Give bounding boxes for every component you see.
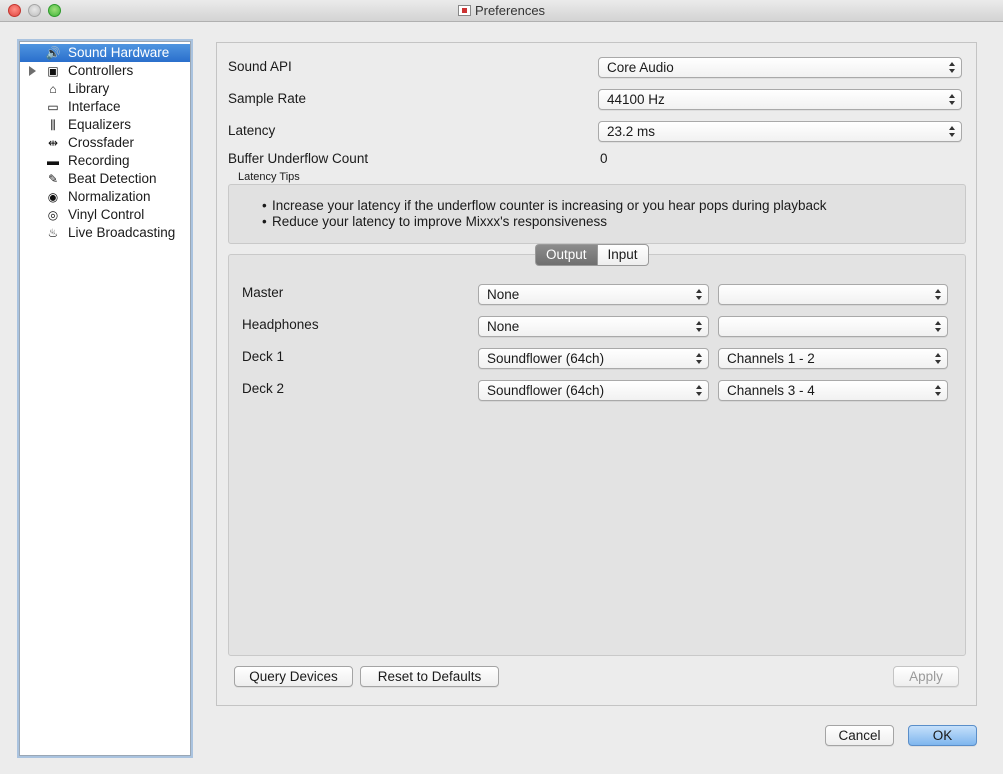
master-device-value: None [487,287,520,302]
crossfader-icon: ⇹ [47,136,59,150]
speaker-icon: 🔊 [45,46,61,60]
sound-api-select[interactable]: Core Audio [598,57,962,78]
app-icon [457,5,471,16]
sidebar-item-recording[interactable]: ▬ Recording [20,152,190,170]
master-channels-select[interactable] [718,284,948,305]
tab-output[interactable]: Output [535,244,597,266]
sidebar-item-label: Interface [68,99,121,114]
window-title: Preferences [474,3,546,18]
select-arrows-icon [696,320,703,333]
sidebar-item-label: Equalizers [68,117,132,132]
select-arrows-icon [949,61,956,74]
select-arrows-icon [949,125,956,138]
broadcast-icon: ♨ [47,226,59,240]
deck-2-device-select[interactable]: Soundflower (64ch) [478,380,709,401]
sample-rate-select[interactable]: 44100 Hz [598,89,962,110]
sidebar-item-label: Normalization [68,189,151,204]
deck-1-device-value: Soundflower (64ch) [487,351,605,366]
deck-2-device-value: Soundflower (64ch) [487,383,605,398]
controller-icon: ▣ [47,64,59,78]
output-label-deck-2: Deck 2 [242,381,285,396]
cancel-button[interactable]: Cancel [825,725,894,746]
latency-tip-1: Increase your latency if the underflow c… [262,198,827,213]
sidebar-item-library[interactable]: ⌂ Library [20,80,190,98]
select-arrows-icon [935,384,942,397]
select-arrows-icon [935,352,942,365]
master-device-select[interactable]: None [478,284,709,305]
ok-button[interactable]: OK [908,725,977,746]
library-icon: ⌂ [49,82,57,96]
sidebar-item-crossfader[interactable]: ⇹ Crossfader [20,134,190,152]
monitor-icon: ▭ [47,100,59,114]
latency-select[interactable]: 23.2 ms [598,121,962,142]
deck-1-device-select[interactable]: Soundflower (64ch) [478,348,709,369]
output-label-deck-1: Deck 1 [242,349,285,364]
sidebar-item-label: Library [68,81,110,96]
sound-api-value: Core Audio [607,60,674,75]
query-devices-button[interactable]: Query Devices [234,666,353,687]
sample-rate-label: Sample Rate [228,91,307,106]
sidebar-item-label: Controllers [68,63,134,78]
headphones-device-select[interactable]: None [478,316,709,337]
sound-hardware-panel: Sound API Core Audio Sample Rate 44100 H… [216,42,977,706]
reset-to-defaults-button[interactable]: Reset to Defaults [360,666,499,687]
output-label-headphones: Headphones [242,317,319,332]
preferences-sidebar: 🔊 Sound Hardware ▣ Controllers ⌂ Library… [19,41,191,756]
latency-tip-2: Reduce your latency to improve Mixxx's r… [262,214,607,229]
tab-input[interactable]: Input [596,244,649,266]
normalization-icon: ◉ [47,190,59,204]
select-arrows-icon [696,384,703,397]
deck-1-channels-value: Channels 1 - 2 [727,351,815,366]
recording-icon: ▬ [47,154,59,168]
sidebar-item-equalizers[interactable]: ⫼ Equalizers [20,116,190,134]
latency-label: Latency [228,123,276,138]
sidebar-item-label: Crossfader [68,135,135,150]
sidebar-item-label: Sound Hardware [68,45,170,60]
buffer-underflow-label: Buffer Underflow Count [228,151,369,166]
deck-1-channels-select[interactable]: Channels 1 - 2 [718,348,948,369]
sidebar-item-label: Beat Detection [68,171,157,186]
latency-tips-box: Increase your latency if the underflow c… [228,184,966,244]
sidebar-item-normalization[interactable]: ◉ Normalization [20,188,190,206]
sidebar-item-interface[interactable]: ▭ Interface [20,98,190,116]
buffer-underflow-value: 0 [600,151,608,166]
select-arrows-icon [935,288,942,301]
disclosure-triangle-icon[interactable] [29,66,36,76]
latency-tips-title: Latency Tips [238,171,300,183]
select-arrows-icon [949,93,956,106]
sidebar-item-label: Recording [68,153,130,168]
sidebar-item-sound-hardware[interactable]: 🔊 Sound Hardware [20,44,190,62]
output-label-master: Master [242,285,284,300]
deck-2-channels-select[interactable]: Channels 3 - 4 [718,380,948,401]
beat-detection-icon: ✎ [47,172,59,186]
headphones-device-value: None [487,319,520,334]
sidebar-item-label: Vinyl Control [68,207,145,222]
sample-rate-value: 44100 Hz [607,92,665,107]
sidebar-item-live-broadcasting[interactable]: ♨ Live Broadcasting [20,224,190,242]
latency-value: 23.2 ms [607,124,656,139]
output-input-tabs: Output Input [535,244,649,266]
headphones-channels-select[interactable] [718,316,948,337]
equalizer-icon: ⫼ [50,118,56,132]
sidebar-item-vinyl-control[interactable]: ◎ Vinyl Control [20,206,190,224]
select-arrows-icon [696,288,703,301]
sound-api-label: Sound API [228,59,292,74]
sidebar-item-beat-detection[interactable]: ✎ Beat Detection [20,170,190,188]
select-arrows-icon [935,320,942,333]
window-title-wrap: Preferences [0,3,1003,18]
sidebar-item-label: Live Broadcasting [68,225,176,240]
output-tab-pane: Master None Headphones None Deck 1 Sound… [228,254,966,656]
select-arrows-icon [696,352,703,365]
sidebar-item-controllers[interactable]: ▣ Controllers [20,62,190,80]
deck-2-channels-value: Channels 3 - 4 [727,383,815,398]
title-bar: Preferences [0,0,1003,22]
apply-button[interactable]: Apply [893,666,959,687]
vinyl-icon: ◎ [47,208,59,222]
